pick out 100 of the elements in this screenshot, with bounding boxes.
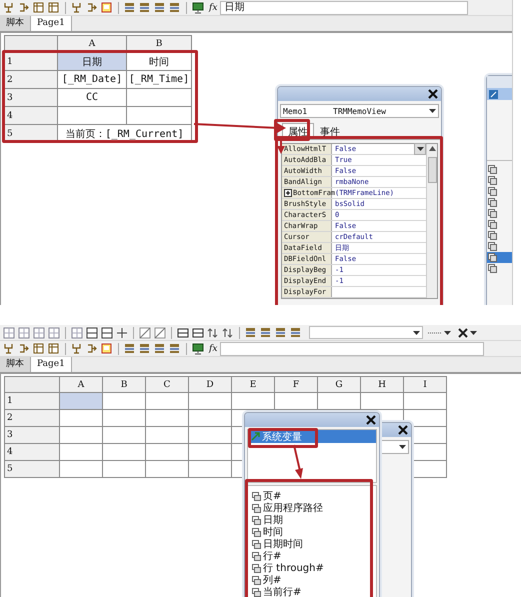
arrow-right-icon[interactable]: [18, 342, 30, 354]
variable-label: 当前行#: [263, 586, 302, 597]
plus-icon[interactable]: [116, 326, 128, 338]
table-icon[interactable]: [48, 2, 60, 14]
row-header: 4: [4, 444, 60, 460]
variable-label: 列#: [263, 574, 282, 586]
arrow-icon: [251, 432, 260, 441]
sort-icon[interactable]: [222, 326, 234, 338]
formula-field[interactable]: 日期: [220, 0, 468, 14]
dropdown-button[interactable]: [414, 143, 426, 155]
sheet-tab[interactable]: Page1: [30, 16, 72, 31]
variable-label: 应用程序路径: [263, 502, 323, 514]
arrow-right-icon[interactable]: [86, 2, 98, 14]
formula-field[interactable]: [220, 342, 484, 356]
object-name: Memo1: [283, 106, 308, 116]
diagonal-icon[interactable]: [154, 326, 166, 338]
column-header: E: [232, 376, 274, 392]
border-icon[interactable]: [101, 326, 113, 338]
rows-icon[interactable]: [290, 326, 302, 338]
caret-icon[interactable]: [429, 109, 436, 113]
column-header: F: [274, 376, 318, 392]
rows-icon[interactable]: [139, 2, 151, 14]
caret-icon[interactable]: [413, 330, 420, 334]
sheet-tab[interactable]: 脚本: [0, 16, 30, 31]
sort-icon[interactable]: [207, 326, 219, 338]
monitor-icon[interactable]: [192, 342, 204, 354]
variable-item[interactable]: 当前行#: [252, 586, 376, 597]
variable-item[interactable]: 页#: [252, 490, 376, 502]
variable-item[interactable]: 行 through#: [252, 562, 376, 574]
column-header: D: [188, 376, 232, 392]
close-icon[interactable]: [398, 425, 408, 435]
row-header: 1: [4, 52, 58, 70]
merge-icon[interactable]: [177, 326, 189, 338]
arrow-right-icon[interactable]: [18, 2, 30, 14]
branch-icon[interactable]: [71, 2, 83, 14]
variable-label: 行 through#: [263, 562, 324, 575]
close-icon[interactable]: [428, 89, 438, 99]
grid-icon[interactable]: [3, 326, 15, 338]
column-header: A: [60, 376, 102, 392]
branch-icon[interactable]: [3, 2, 15, 14]
variable-label: 行#: [263, 550, 282, 563]
object-combo[interactable]: Memo1 TRMMemoView: [280, 104, 439, 118]
scroll-up-icon[interactable]: [428, 146, 436, 151]
category-item[interactable]: 系统变量: [248, 430, 376, 443]
border-icon[interactable]: [86, 326, 98, 338]
rows-icon[interactable]: [169, 342, 181, 354]
caret-icon[interactable]: [416, 147, 424, 151]
rows-icon[interactable]: [275, 326, 287, 338]
table-cell: [_RM_Date]: [58, 70, 126, 88]
rows-icon[interactable]: [169, 2, 181, 14]
table-icon[interactable]: [33, 2, 45, 14]
caret-icon[interactable]: [399, 445, 406, 449]
expand-icon[interactable]: [284, 189, 292, 197]
variable-label: 日期: [263, 514, 283, 526]
arrow: [293, 444, 303, 479]
arrow-right-icon[interactable]: [86, 342, 98, 354]
column-header: H: [360, 376, 404, 392]
table-cell: 时间: [126, 52, 192, 70]
rows-icon[interactable]: [124, 2, 136, 14]
variable-item[interactable]: 列#: [252, 574, 376, 586]
caret-icon[interactable]: [470, 330, 477, 334]
variable-label: 时间: [263, 526, 283, 538]
scroll-thumb[interactable]: [428, 157, 436, 183]
grid-icon[interactable]: [18, 326, 30, 338]
variable-item[interactable]: 日期: [252, 514, 376, 526]
variable-item[interactable]: 应用程序路径: [252, 502, 376, 514]
close-icon[interactable]: [366, 415, 376, 425]
rows-icon[interactable]: [154, 342, 166, 354]
dotted-line-icon: [428, 330, 442, 336]
window-icon[interactable]: [101, 342, 113, 354]
sheet-tab[interactable]: 脚本: [0, 357, 30, 372]
sheet-tab[interactable]: Page1: [30, 357, 72, 372]
rows-icon[interactable]: [124, 342, 136, 354]
diagonal-icon[interactable]: [139, 326, 151, 338]
table-icon[interactable]: [48, 342, 60, 354]
variable-item[interactable]: 时间: [252, 526, 376, 538]
rows-icon[interactable]: [260, 326, 272, 338]
caret-icon[interactable]: [444, 330, 451, 334]
scrollbar[interactable]: [426, 144, 437, 298]
rows-icon[interactable]: [154, 2, 166, 14]
rows-icon[interactable]: [139, 342, 151, 354]
delete-button[interactable]: [456, 328, 479, 338]
column-header: I: [404, 376, 446, 392]
x-icon: [458, 328, 468, 338]
table-cell: 日期: [58, 52, 126, 70]
variable-label: 日期时间: [263, 538, 303, 551]
branch-icon[interactable]: [71, 342, 83, 354]
line-style-button[interactable]: [426, 330, 453, 336]
row-header: 4: [4, 106, 58, 124]
branch-icon[interactable]: [3, 342, 15, 354]
inspector-tab[interactable]: 事件: [314, 123, 346, 139]
monitor-icon[interactable]: [192, 2, 204, 14]
grid-icon[interactable]: [48, 326, 60, 338]
table-icon[interactable]: [33, 342, 45, 354]
variable-item[interactable]: 日期时间: [252, 538, 376, 550]
grid-icon[interactable]: [33, 326, 45, 338]
rows-icon[interactable]: [245, 326, 257, 338]
merge-icon[interactable]: [192, 326, 204, 338]
window-icon[interactable]: [101, 2, 113, 14]
variable-item[interactable]: 行#: [252, 550, 376, 562]
